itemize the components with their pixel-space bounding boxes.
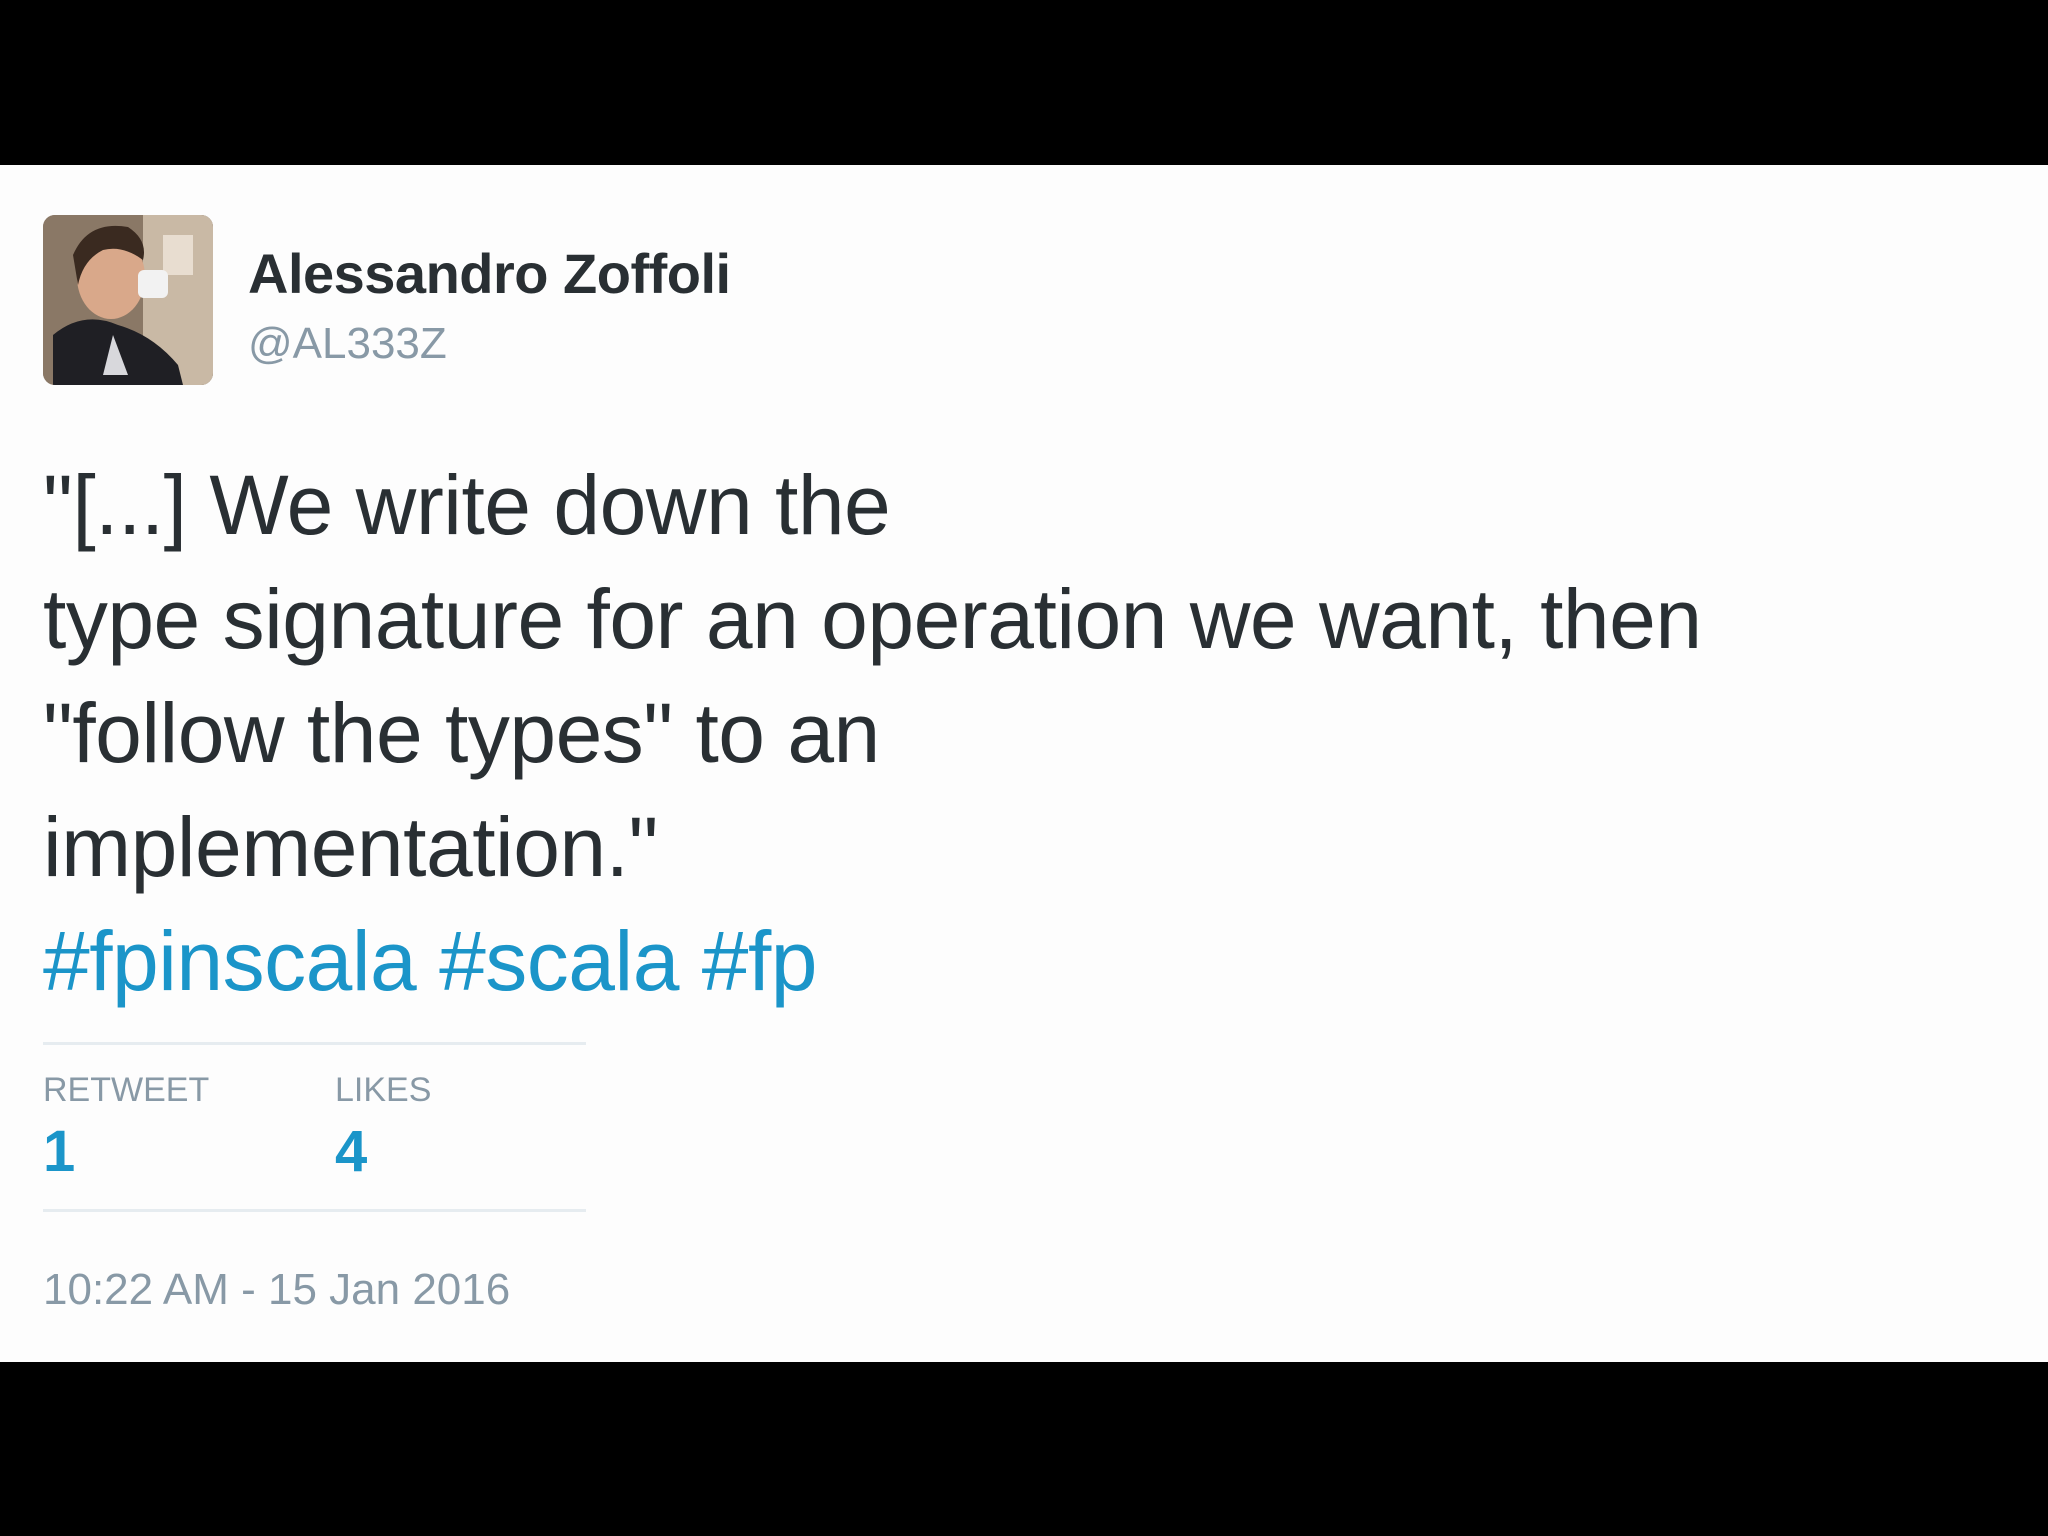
likes-stat[interactable]: LIKES 4 (335, 1071, 431, 1185)
retweet-stat[interactable]: RETWEET 1 (43, 1071, 209, 1185)
stats-bottom-divider (43, 1209, 586, 1212)
retweet-count: 1 (43, 1119, 76, 1184)
tweet-text-line: type signature for an operation we want,… (43, 572, 1702, 666)
author-name[interactable]: Alessandro Zoffoli (248, 241, 731, 306)
hashtag-list: #fpinscala #scala #fp (43, 904, 1943, 1018)
tweet-text-line: "[...] We write down the (43, 458, 891, 552)
tweet-card: Alessandro Zoffoli @AL333Z "[...] We wri… (0, 165, 2048, 1362)
retweet-label: RETWEET (43, 1071, 210, 1109)
hashtag-scala[interactable]: #scala (439, 914, 679, 1008)
author-handle[interactable]: @AL333Z (248, 319, 447, 369)
tweet-text-line: implementation." (43, 800, 658, 894)
tweet-text-line: "follow the types" to an (43, 686, 880, 780)
author-avatar[interactable] (43, 215, 213, 385)
hashtag-fp[interactable]: #fp (702, 914, 818, 1008)
hashtag-fpinscala[interactable]: #fpinscala (43, 914, 417, 1008)
tweet-timestamp[interactable]: 10:22 AM - 15 Jan 2016 (43, 1265, 510, 1315)
likes-count: 4 (335, 1119, 368, 1184)
avatar-photo-icon (43, 215, 213, 385)
likes-label: LIKES (335, 1071, 432, 1109)
tweet-body: "[...] We write down the type signature … (43, 448, 1943, 1018)
stats-top-divider (43, 1042, 586, 1045)
